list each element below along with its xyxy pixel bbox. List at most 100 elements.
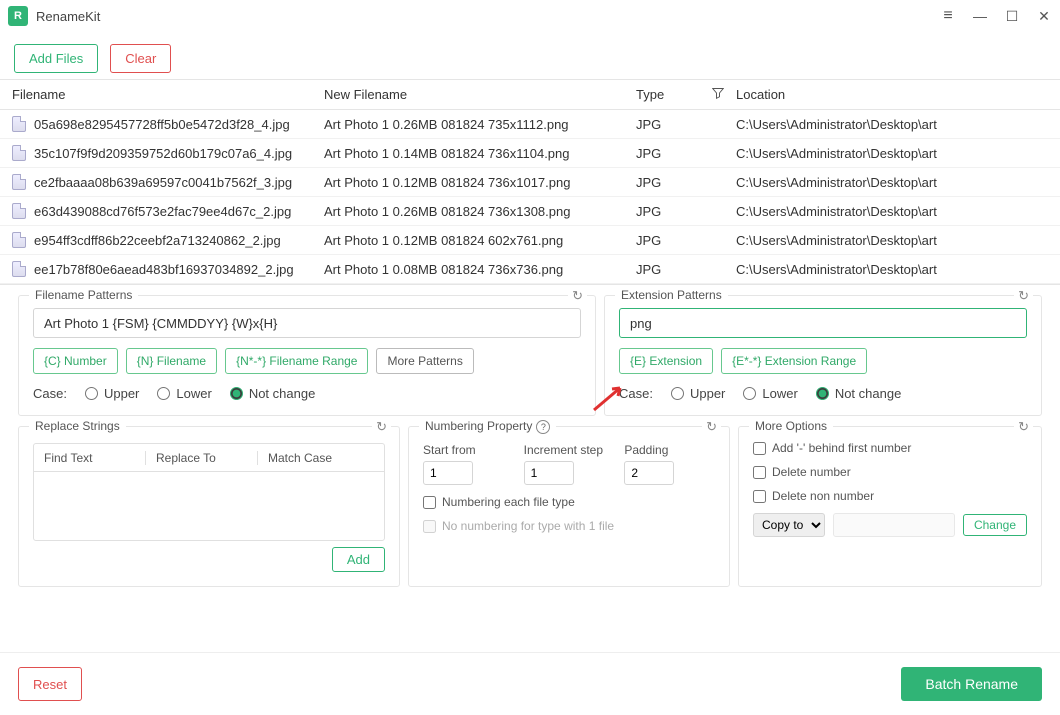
minimize-icon[interactable]: — (972, 8, 988, 24)
more-patterns-button[interactable]: More Patterns (376, 348, 473, 374)
tag-c-number[interactable]: {C} Number (33, 348, 118, 374)
add-dash-check[interactable]: Add '-' behind first number (753, 441, 1027, 455)
add-files-button[interactable]: Add Files (14, 44, 98, 73)
location-cell: C:\Users\Administrator\Desktop\art (736, 233, 1050, 248)
type-cell: JPG (636, 262, 736, 277)
ext-case-upper-radio[interactable]: Upper (671, 386, 725, 401)
add-replace-button[interactable]: Add (332, 547, 385, 572)
type-cell: JPG (636, 233, 736, 248)
file-icon (12, 116, 26, 132)
destination-path-input[interactable] (833, 513, 955, 537)
no-numbering-one-file-check[interactable]: No numbering for type with 1 file (423, 519, 715, 533)
numbering-each-type-check[interactable]: Numbering each file type (423, 495, 715, 509)
refresh-icon[interactable]: ↻ (1014, 419, 1033, 435)
type-cell: JPG (636, 204, 736, 219)
col-find-text: Find Text (34, 451, 146, 465)
numbering-title: Numbering Property? (419, 419, 556, 434)
table-header: Filename New Filename Type Location (0, 80, 1060, 110)
col-match-case: Match Case (258, 451, 384, 465)
type-cell: JPG (636, 146, 736, 161)
col-replace-to: Replace To (146, 451, 258, 465)
new-filename-cell: Art Photo 1 0.12MB 081824 736x1017.png (324, 175, 636, 190)
location-cell: C:\Users\Administrator\Desktop\art (736, 175, 1050, 190)
col-location[interactable]: Location (736, 87, 1050, 102)
more-options-title: More Options (749, 419, 833, 433)
ext-case-lower-radio[interactable]: Lower (743, 386, 797, 401)
tag-n-range[interactable]: {N*-*} Filename Range (225, 348, 368, 374)
file-table: Filename New Filename Type Location 05a6… (0, 79, 1060, 285)
close-icon[interactable]: ✕ (1036, 8, 1052, 24)
filename-cell: e63d439088cd76f573e2fac79ee4d67c_2.jpg (34, 204, 291, 219)
copy-to-select[interactable]: Copy to (753, 513, 825, 537)
tag-e-range[interactable]: {E*-*} Extension Range (721, 348, 867, 374)
clear-button[interactable]: Clear (110, 44, 171, 73)
type-cell: JPG (636, 175, 736, 190)
filename-cell: ee17b78f80e6aead483bf16937034892_2.jpg (34, 262, 294, 277)
table-row[interactable]: ce2fbaaaa08b639a69597c0041b7562f_3.jpg Ar… (0, 168, 1060, 197)
col-type[interactable]: Type (636, 87, 736, 102)
col-type-label: Type (636, 87, 664, 102)
case-lower-radio[interactable]: Lower (157, 386, 211, 401)
new-filename-cell: Art Photo 1 0.12MB 081824 602x761.png (324, 233, 636, 248)
batch-rename-button[interactable]: Batch Rename (901, 667, 1042, 701)
app-title: RenameKit (36, 9, 940, 24)
maximize-icon[interactable]: ☐ (1004, 8, 1020, 24)
app-icon: R (8, 6, 28, 26)
replace-strings-title: Replace Strings (29, 419, 126, 433)
table-row[interactable]: 35c107f9f9d209359752d60b179c07a6_4.jpg Ar… (0, 139, 1060, 168)
table-row[interactable]: e63d439088cd76f573e2fac79ee4d67c_2.jpg Ar… (0, 197, 1060, 226)
table-row[interactable]: ee17b78f80e6aead483bf16937034892_2.jpg Ar… (0, 255, 1060, 284)
file-icon (12, 261, 26, 277)
numbering-panel: Numbering Property? ↻ Start from Increme… (408, 426, 730, 587)
filename-patterns-title: Filename Patterns (29, 288, 138, 302)
more-options-panel: More Options ↻ Add '-' behind first numb… (738, 426, 1042, 587)
reset-button[interactable]: Reset (18, 667, 82, 701)
increment-step-input[interactable] (524, 461, 574, 485)
replace-strings-panel: Replace Strings ↻ Find Text Replace To M… (18, 426, 400, 587)
file-icon (12, 203, 26, 219)
refresh-icon[interactable]: ↻ (1014, 288, 1033, 304)
file-icon (12, 145, 26, 161)
start-from-input[interactable] (423, 461, 473, 485)
delete-non-number-check[interactable]: Delete non number (753, 489, 1027, 503)
filename-cell: ce2fbaaaa08b639a69597c0041b7562f_3.jpg (34, 175, 292, 190)
col-new-filename[interactable]: New Filename (324, 87, 636, 102)
extension-patterns-panel: Extension Patterns ↻ {E} Extension {E*-*… (604, 295, 1042, 416)
ext-case-notchange-radio[interactable]: Not change (816, 386, 902, 401)
help-icon[interactable]: ? (536, 420, 550, 434)
file-icon (12, 232, 26, 248)
location-cell: C:\Users\Administrator\Desktop\art (736, 204, 1050, 219)
start-from-label: Start from (423, 443, 514, 457)
filter-icon[interactable] (712, 87, 724, 102)
filename-pattern-input[interactable] (33, 308, 581, 338)
extension-pattern-input[interactable] (619, 308, 1027, 338)
replace-table: Find Text Replace To Match Case (33, 443, 385, 541)
filename-cell: 35c107f9f9d209359752d60b179c07a6_4.jpg (34, 146, 292, 161)
tag-e-extension[interactable]: {E} Extension (619, 348, 713, 374)
refresh-icon[interactable]: ↻ (702, 419, 721, 435)
new-filename-cell: Art Photo 1 0.08MB 081824 736x736.png (324, 262, 636, 277)
tag-n-filename[interactable]: {N} Filename (126, 348, 217, 374)
case-notchange-radio[interactable]: Not change (230, 386, 316, 401)
delete-number-check[interactable]: Delete number (753, 465, 1027, 479)
file-icon (12, 174, 26, 190)
refresh-icon[interactable]: ↻ (568, 288, 587, 304)
padding-input[interactable] (624, 461, 674, 485)
titlebar: R RenameKit ≡ — ☐ ✕ (0, 0, 1060, 32)
refresh-icon[interactable]: ↻ (372, 419, 391, 435)
filename-cell: e954ff3cdff86b22ceebf2a713240862_2.jpg (34, 233, 281, 248)
toolbar: Add Files Clear (0, 32, 1060, 79)
new-filename-cell: Art Photo 1 0.26MB 081824 736x1308.png (324, 204, 636, 219)
case-upper-radio[interactable]: Upper (85, 386, 139, 401)
table-row[interactable]: e954ff3cdff86b22ceebf2a713240862_2.jpg Ar… (0, 226, 1060, 255)
location-cell: C:\Users\Administrator\Desktop\art (736, 262, 1050, 277)
menu-icon[interactable]: ≡ (940, 8, 956, 24)
new-filename-cell: Art Photo 1 0.14MB 081824 736x1104.png (324, 146, 636, 161)
table-row[interactable]: 05a698e8295457728ff5b0e5472d3f28_4.jpgAr… (0, 110, 1060, 139)
col-filename[interactable]: Filename (10, 87, 324, 102)
case-label: Case: (619, 386, 653, 401)
change-button[interactable]: Change (963, 514, 1027, 536)
location-cell: C:\Users\Administrator\Desktop\art (736, 117, 1050, 132)
increment-step-label: Increment step (524, 443, 615, 457)
location-cell: C:\Users\Administrator\Desktop\art (736, 146, 1050, 161)
